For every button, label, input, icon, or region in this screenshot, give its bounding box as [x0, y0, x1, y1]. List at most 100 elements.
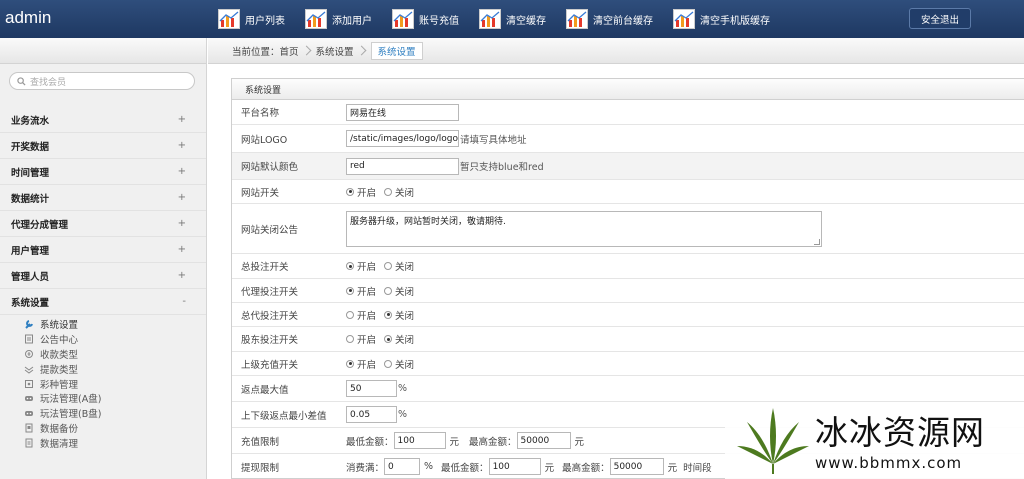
superior-recharge-radio-off[interactable]: 关闭	[384, 357, 414, 371]
site-switch-radio-off[interactable]: 关闭	[384, 185, 414, 199]
breadcrumb-home[interactable]: 当前位置：首页	[232, 44, 316, 58]
submenu-item-1[interactable]: 公告中心	[24, 332, 206, 347]
total-bet-radio-off[interactable]: 关闭	[384, 259, 414, 273]
nav-item-3[interactable]: 清空缓存	[469, 0, 556, 38]
submenu-item-7[interactable]: 数据备份	[24, 421, 206, 436]
radio-label: 关闭	[395, 335, 415, 346]
gamepad-icon	[25, 396, 33, 402]
shareholder-bet-radio-off[interactable]: 关闭	[384, 332, 414, 346]
top-nav: 用户列表 添加用户 账号充值 清空缓存 清空前台缓存 清空手机版缓存	[208, 0, 780, 38]
withdraw-time-label: 时间段	[683, 462, 712, 474]
panel-title: 系统设置	[232, 79, 1024, 100]
submenu-item-label: 收款类型	[40, 349, 79, 361]
withdraw-max-input[interactable]: 50000	[609, 458, 664, 475]
member-search-input[interactable]: 查找会员	[9, 72, 195, 90]
general-agent-bet-radio-on[interactable]: 开启	[346, 308, 376, 322]
sidebar-header	[0, 38, 206, 64]
withdraw-min-unit: 元	[544, 462, 555, 474]
withdraw-min-input[interactable]: 100	[488, 458, 541, 475]
chart-icon	[479, 9, 501, 29]
nav-item-1[interactable]: 添加用户	[295, 0, 382, 38]
submenu-item-label: 玩法管理(A盘)	[40, 394, 102, 406]
submenu-item-3[interactable]: 提款类型	[24, 361, 206, 376]
top-bar: admin 用户列表 添加用户 账号充值 清空缓存 清空前台缓存 清空手机版缓存 安全退出	[0, 0, 1024, 38]
backup-icon	[25, 423, 33, 433]
breadcrumb-system[interactable]: 系统设置	[316, 44, 371, 58]
withdraw-consume-input[interactable]: 0	[384, 458, 421, 475]
withdraw-consume-label: 消费满：	[346, 462, 385, 474]
nav-item-label: 清空缓存	[506, 15, 546, 27]
withdraw-max-label: 最高金额：	[562, 462, 610, 474]
recharge-min-label: 最低金额：	[346, 436, 394, 448]
nav-item-4[interactable]: 清空前台缓存	[556, 0, 663, 38]
chart-icon	[673, 9, 695, 29]
logout-button[interactable]: 安全退出	[909, 8, 971, 29]
close-notice-label: 网站关闭公告	[241, 224, 299, 236]
logo-input[interactable]: /static/images/logo/logo_zc	[346, 130, 459, 147]
cleanup-icon	[25, 438, 33, 448]
nav-item-0[interactable]: 用户列表	[208, 0, 295, 38]
expand-toggle-icon: +	[177, 114, 186, 125]
agent-bet-radio-on[interactable]: 开启	[346, 284, 376, 298]
agent-bet-radio-off[interactable]: 关闭	[384, 284, 414, 298]
sidebar-item-5[interactable]: 用户管理 +	[0, 237, 206, 263]
sidebar: 查找会员 业务流水 + 开奖数据 + 时间管理 + 数据统计 + 代理分成管理 + 用户管理 + 管理人…	[0, 38, 207, 479]
close-notice-textarea[interactable]: 服务器升级，网站暂时关闭，敬请期待.	[346, 210, 822, 247]
recharge-max-unit: 元	[574, 436, 585, 448]
general-agent-bet-label: 总代投注开关	[241, 310, 299, 322]
radio-label: 开启	[357, 310, 377, 322]
submenu-item-6[interactable]: 玩法管理(B盘)	[24, 406, 206, 421]
sidebar-item-4[interactable]: 代理分成管理 +	[0, 211, 206, 237]
nav-item-label: 账号充值	[419, 15, 459, 27]
submenu-item-4[interactable]: 彩种管理	[24, 376, 206, 391]
radio-label: 关闭	[395, 359, 415, 371]
total-bet-radio-on[interactable]: 开启	[346, 259, 376, 273]
lottery-icon	[25, 379, 33, 388]
platform-name-input[interactable]: 网易在线	[346, 103, 459, 121]
recharge-max-input[interactable]: 50000	[516, 432, 571, 449]
submenu-item-8[interactable]: 数据清理	[24, 435, 206, 450]
rebate-max-input[interactable]: 50	[346, 380, 397, 397]
radio-circle-icon	[384, 335, 393, 343]
chart-icon	[392, 9, 414, 29]
submenu-item-5[interactable]: 玩法管理(A盘)	[24, 391, 206, 406]
nav-item-2[interactable]: 账号充值	[382, 0, 469, 38]
leaf-logo-icon	[737, 408, 809, 474]
rebate-max-label: 返点最大值	[241, 384, 289, 396]
row-rebate-max: 返点最大值 50%	[232, 376, 1024, 402]
sidebar-item-0[interactable]: 业务流水 +	[0, 107, 206, 133]
sidebar-item-label: 开奖数据	[11, 141, 50, 153]
color-input[interactable]: red	[346, 157, 459, 175]
expand-toggle-icon: +	[177, 218, 186, 229]
nav-item-label: 清空前台缓存	[593, 15, 653, 27]
superior-recharge-radio-on[interactable]: 开启	[346, 357, 376, 371]
nav-item-5[interactable]: 清空手机版缓存	[663, 0, 780, 38]
sidebar-item-1[interactable]: 开奖数据 +	[0, 133, 206, 159]
row-total-bet: 总投注开关 开启 关闭	[232, 254, 1024, 279]
sidebar-item-2[interactable]: 时间管理 +	[0, 159, 206, 185]
shareholder-bet-radio-on[interactable]: 开启	[346, 332, 376, 346]
sidebar-item-7[interactable]: 系统设置 -	[0, 289, 206, 315]
platform-name-label: 平台名称	[241, 108, 280, 119]
row-shareholder-bet: 股东投注开关 开启 关闭	[232, 327, 1024, 352]
sidebar-item-label: 时间管理	[11, 167, 50, 179]
sidebar-item-3[interactable]: 数据统计 +	[0, 185, 206, 211]
notice-icon	[25, 334, 33, 344]
rebate-diff-input[interactable]: 0.05	[346, 406, 397, 423]
submenu-item-0[interactable]: 系统设置	[24, 317, 206, 332]
submenu-item-2[interactable]: 收款类型	[24, 347, 206, 362]
general-agent-bet-radio-off[interactable]: 关闭	[384, 308, 414, 322]
sidebar-item-6[interactable]: 管理人员 +	[0, 263, 206, 289]
site-switch-radio-on[interactable]: 开启	[346, 185, 376, 199]
recharge-min-input[interactable]: 100	[393, 432, 446, 449]
search-placeholder: 查找会员	[30, 77, 67, 88]
withdraw-consume-unit: %	[424, 461, 434, 472]
radio-circle-icon	[346, 335, 354, 343]
sidebar-item-label: 管理人员	[11, 271, 50, 283]
brand-logo: admin	[5, 8, 52, 27]
row-platform-name: 平台名称 网易在线	[232, 100, 1024, 125]
radio-label: 关闭	[395, 310, 415, 322]
radio-circle-icon	[346, 286, 354, 295]
sidebar-menu: 业务流水 + 开奖数据 + 时间管理 + 数据统计 + 代理分成管理 + 用户管理 + 管理人员 + 系统设…	[0, 107, 206, 450]
breadcrumb-current: 系统设置	[370, 41, 423, 60]
